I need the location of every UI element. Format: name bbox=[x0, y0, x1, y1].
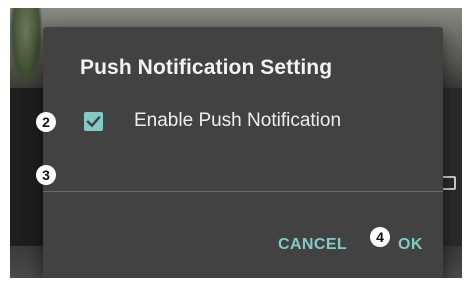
dialog-title: Push Notification Setting bbox=[80, 56, 333, 79]
annotation-badge-4: 4 bbox=[370, 227, 390, 247]
enable-push-label[interactable]: Enable Push Notification bbox=[134, 110, 341, 132]
background-edge bbox=[442, 88, 462, 248]
annotation-badge-3: 3 bbox=[36, 165, 56, 185]
app-background: Push Notification Setting Enable Push No… bbox=[10, 8, 462, 278]
check-icon bbox=[86, 115, 101, 128]
cancel-button[interactable]: CANCEL bbox=[278, 236, 347, 254]
background-plant bbox=[10, 8, 42, 84]
annotation-badge-2: 2 bbox=[36, 112, 56, 132]
enable-push-checkbox[interactable] bbox=[84, 112, 103, 131]
ok-button[interactable]: OK bbox=[398, 236, 423, 254]
dialog-divider bbox=[43, 191, 443, 192]
